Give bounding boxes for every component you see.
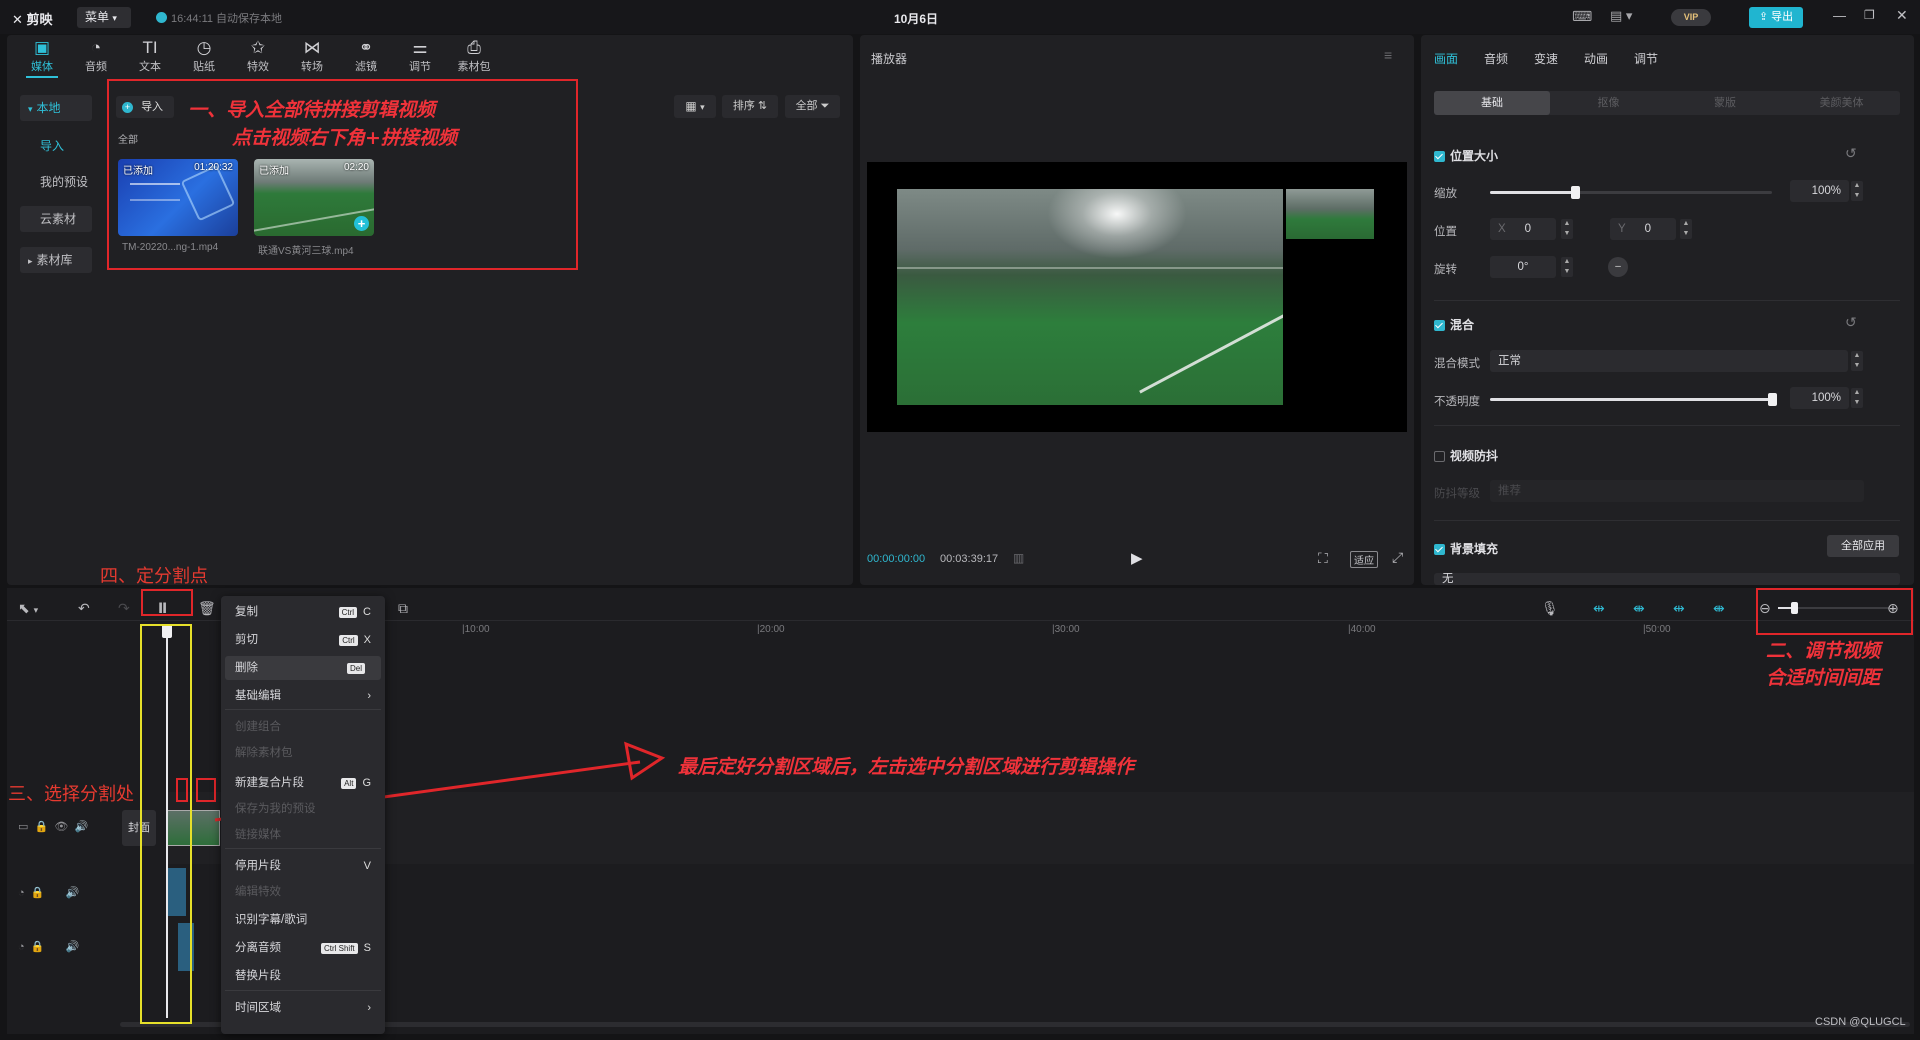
shortcut-key: V — [363, 860, 371, 872]
menu-separator — [225, 848, 381, 849]
context-menu-item: 链接媒体 — [225, 823, 381, 847]
menu-item-label: 保存为我的预设 — [235, 803, 316, 815]
menu-item-label: 新建复合片段 — [235, 777, 304, 789]
menu-shortcut: V — [364, 854, 371, 878]
menu-shortcut: Del — [346, 656, 371, 680]
shortcut-modifier: Ctrl — [338, 606, 358, 618]
context-menu-item[interactable]: 新建复合片段 Alt G — [225, 771, 381, 795]
context-menu-item[interactable]: 复制 Ctrl C — [225, 600, 381, 624]
menu-separator — [225, 709, 381, 710]
context-menu-item: 创建组合 — [225, 715, 381, 739]
menu-shortcut: › — [367, 684, 371, 708]
shortcut-key: X — [363, 634, 371, 646]
context-menu-item[interactable]: 基础编辑 › — [225, 684, 381, 708]
context-menu: 复制 Ctrl C 剪切 Ctrl X 删除 Del 基础编辑 › 创建组合解除素材包新建复合片段 A… — [221, 596, 385, 1034]
shortcut-key: G — [362, 777, 371, 789]
menu-item-label: 基础编辑 — [235, 690, 281, 702]
menu-shortcut: Alt G — [341, 771, 371, 795]
context-menu-item[interactable]: 时间区域 › — [225, 996, 381, 1020]
context-menu-item[interactable]: 分离音频 Ctrl Shift S — [225, 936, 381, 960]
menu-item-label: 剪切 — [235, 634, 258, 646]
menu-item-label: 删除 — [235, 662, 258, 674]
context-menu-item[interactable]: 停用片段 V — [225, 854, 381, 878]
shortcut-modifier: Del — [346, 662, 365, 674]
menu-separator — [225, 990, 381, 991]
watermark: CSDN @QLUGCL — [1815, 1016, 1906, 1028]
menu-item-label: 解除素材包 — [235, 747, 293, 759]
context-menu-item: 解除素材包 — [225, 741, 381, 765]
menu-item-label: 复制 — [235, 606, 258, 618]
context-menu-item[interactable]: 替换片段 — [225, 964, 381, 988]
menu-item-label: 链接媒体 — [235, 829, 281, 841]
menu-shortcut: Ctrl X — [339, 628, 371, 652]
menu-item-label: 编辑特效 — [235, 886, 281, 898]
shortcut-key: S — [363, 942, 371, 954]
menu-shortcut: › — [367, 996, 371, 1020]
context-menu-item[interactable]: 删除 Del — [225, 656, 381, 680]
arrow-head — [624, 741, 666, 781]
menu-item-label: 识别字幕/歌词 — [235, 914, 308, 926]
context-menu-item[interactable]: 剪切 Ctrl X — [225, 628, 381, 652]
context-menu-item: 编辑特效 — [225, 880, 381, 904]
shortcut-modifier: Ctrl — [339, 634, 358, 646]
menu-shortcut: Ctrl C — [338, 600, 371, 624]
context-menu-item[interactable]: 识别字幕/歌词 — [225, 908, 381, 932]
menu-item-label: 创建组合 — [235, 721, 281, 733]
shortcut-key: › — [367, 690, 371, 702]
menu-item-label: 替换片段 — [235, 970, 281, 982]
shortcut-modifier: Ctrl Shift — [320, 942, 358, 954]
menu-item-label: 分离音频 — [235, 942, 281, 954]
shortcut-key: › — [367, 1002, 371, 1014]
menu-shortcut: Ctrl Shift S — [320, 936, 371, 960]
menu-item-label: 停用片段 — [235, 860, 281, 872]
menu-item-label: 时间区域 — [235, 1002, 281, 1014]
shortcut-modifier: Alt — [341, 777, 357, 789]
context-menu-item: 保存为我的预设 — [225, 797, 381, 821]
shortcut-key: C — [363, 606, 371, 618]
